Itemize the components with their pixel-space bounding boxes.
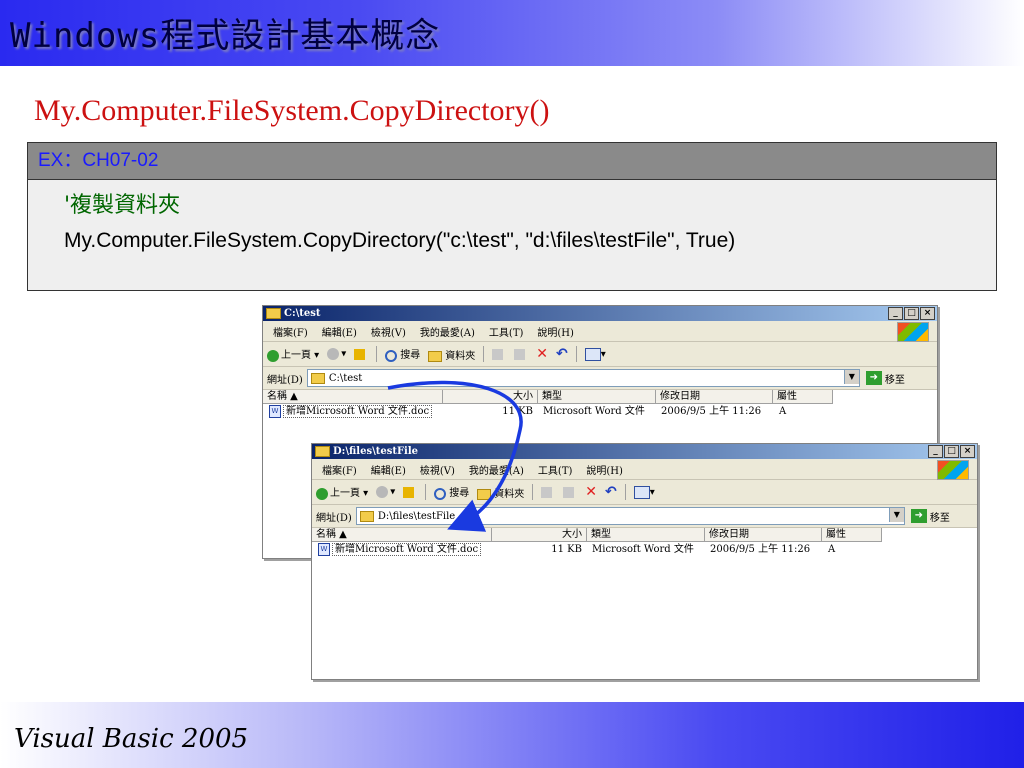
footer-text: Visual Basic 2005 [14,724,249,754]
slide-footer: Visual Basic 2005 [0,702,1024,768]
copy-arrow [387,380,523,532]
